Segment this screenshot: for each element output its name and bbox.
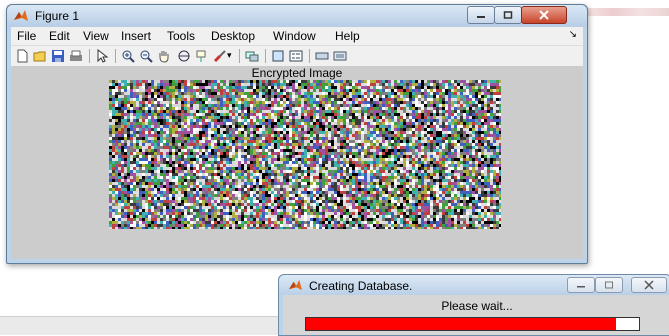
show-plot-tools-icon[interactable]	[333, 49, 347, 63]
figure-title: Figure 1	[35, 9, 80, 23]
new-figure-icon[interactable]	[15, 49, 29, 63]
dialog-minimize-button[interactable]	[567, 277, 595, 293]
dialog-body: Please wait...	[283, 295, 669, 335]
save-icon[interactable]	[51, 49, 65, 63]
toolbar-separator	[265, 49, 266, 63]
close-icon	[644, 280, 654, 290]
rotate-3d-icon[interactable]	[177, 49, 191, 63]
menu-file[interactable]: File	[17, 29, 36, 43]
encrypted-image[interactable]	[109, 80, 501, 229]
minimize-icon	[477, 16, 485, 18]
minimize-icon	[577, 286, 585, 288]
dialog-maximize-button[interactable]	[595, 277, 623, 293]
progress-dialog: Creating Database. Please wait...	[278, 274, 669, 336]
figure-canvas: Encrypted Image	[11, 66, 583, 259]
menu-insert[interactable]: Insert	[121, 29, 151, 43]
figure-titlebar[interactable]: Figure 1	[7, 5, 587, 27]
toolbar-separator	[115, 49, 116, 63]
legend-icon[interactable]	[289, 49, 303, 63]
menu-window[interactable]: Window	[273, 29, 316, 43]
axes-title: Encrypted Image	[251, 66, 343, 80]
toolbar-separator	[239, 49, 240, 63]
maximize-icon	[605, 281, 613, 289]
matlab-logo-icon	[14, 10, 28, 21]
matlab-logo-icon	[289, 279, 302, 291]
figure-window: Figure 1 File Edit View Insert Tools Des…	[6, 4, 588, 264]
close-button[interactable]	[521, 6, 567, 24]
data-cursor-icon[interactable]	[195, 49, 209, 63]
dialog-titlebar[interactable]: Creating Database.	[279, 275, 669, 295]
open-file-icon[interactable]	[33, 49, 47, 63]
hide-plot-tools-icon[interactable]	[315, 49, 329, 63]
pan-hand-icon[interactable]	[157, 49, 171, 63]
dialog-title: Creating Database.	[309, 279, 413, 293]
close-icon	[539, 10, 549, 20]
toolbar-separator	[89, 49, 90, 63]
dialog-close-button[interactable]	[631, 277, 667, 293]
pointer-icon[interactable]	[95, 49, 109, 63]
zoom-in-icon[interactable]	[121, 49, 135, 63]
print-icon[interactable]	[69, 49, 83, 63]
menu-desktop[interactable]: Desktop	[211, 29, 255, 43]
toolbar-separator	[309, 49, 310, 63]
menu-tools[interactable]: Tools	[167, 29, 195, 43]
figure-toolbar: ▾	[11, 45, 583, 67]
brush-icon[interactable]	[213, 49, 227, 63]
minimize-button[interactable]	[467, 6, 495, 24]
maximize-icon	[503, 11, 513, 19]
brush-dropdown-icon[interactable]: ▾	[227, 50, 232, 61]
menu-bar: File Edit View Insert Tools Desktop Wind…	[11, 27, 583, 45]
colorbar-icon[interactable]	[271, 49, 285, 63]
desktop-background-strip	[585, 8, 669, 16]
menu-edit[interactable]: Edit	[49, 29, 70, 43]
encrypted-image-pixels	[109, 80, 501, 229]
dialog-message: Please wait...	[441, 299, 513, 313]
progress-bar	[305, 317, 640, 331]
menu-view[interactable]: View	[83, 29, 109, 43]
zoom-out-icon[interactable]	[139, 49, 153, 63]
dock-arrow-icon[interactable]: ↘	[569, 29, 577, 40]
progress-bar-fill	[306, 318, 616, 330]
menu-help[interactable]: Help	[335, 29, 360, 43]
link-plot-icon[interactable]	[245, 49, 259, 63]
maximize-button[interactable]	[494, 6, 522, 24]
